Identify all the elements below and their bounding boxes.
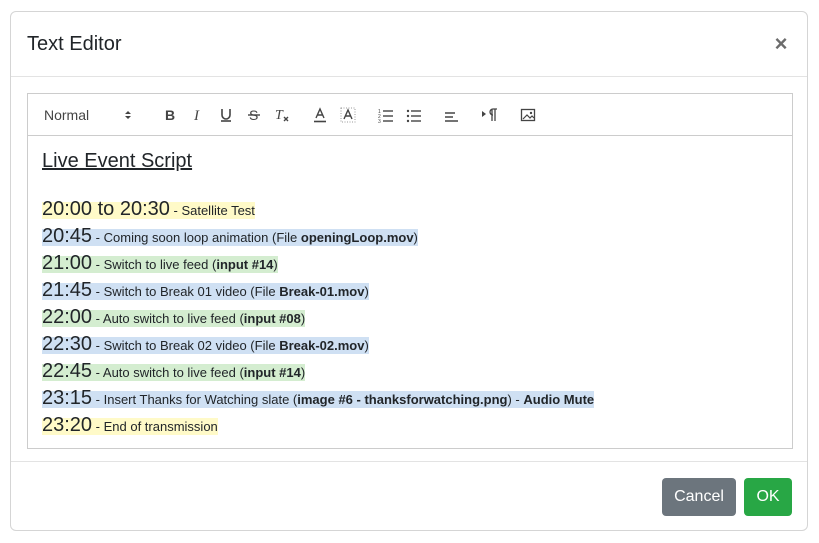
- align-left-icon: [445, 111, 458, 122]
- script-line: 20:00 to 20:30 - Satellite Test: [42, 196, 778, 223]
- format-select[interactable]: Normal: [44, 103, 132, 127]
- italic-icon: I: [193, 108, 200, 122]
- ok-button[interactable]: OK: [744, 477, 792, 516]
- script-line: 22:45 - Auto switch to live feed (input …: [42, 358, 778, 385]
- align-button[interactable]: [438, 103, 466, 127]
- bullet-list-button[interactable]: [400, 103, 428, 127]
- text-color-icon: [314, 106, 326, 122]
- rich-text-editor: Normal B I S T 1 2 3 Live Event Script 2…: [27, 93, 793, 449]
- entry-text: - Auto switch to live feed (: [92, 311, 244, 326]
- cancel-button[interactable]: Cancel: [662, 477, 736, 516]
- entry-text: - Switch to Break 01 video (File: [92, 284, 280, 299]
- highlighted-entry: 22:00 - Auto switch to live feed (input …: [42, 306, 306, 328]
- svg-text:T: T: [275, 108, 284, 123]
- entry-bold-text: Break-01.mov: [279, 284, 365, 299]
- entry-text: ) -: [507, 392, 524, 407]
- entry-time: 20:00 to 20:30: [42, 198, 170, 220]
- bold-button[interactable]: B: [156, 103, 184, 127]
- highlighted-entry: 23:15 - Insert Thanks for Watching slate…: [42, 387, 595, 409]
- italic-button[interactable]: I: [184, 103, 212, 127]
- entry-time: 22:00: [42, 306, 93, 328]
- modal-body: Normal B I S T 1 2 3 Live Event Script 2…: [11, 77, 807, 461]
- entry-time: 20:45: [42, 225, 93, 247]
- highlighted-entry: 23:20 - End of transmission: [42, 414, 218, 436]
- svg-text:B: B: [165, 108, 175, 122]
- highlighted-entry: 22:45 - Auto switch to live feed (input …: [42, 360, 306, 382]
- close-icon[interactable]: ×: [771, 33, 791, 55]
- script-line: 23:15 - Insert Thanks for Watching slate…: [42, 385, 778, 412]
- underline-button[interactable]: [212, 103, 240, 127]
- background-color-button[interactable]: [334, 103, 362, 127]
- entry-text: - Satellite Test: [169, 203, 255, 218]
- entry-bold-text: Break-02.mov: [279, 338, 365, 353]
- insert-image-button[interactable]: [514, 103, 542, 127]
- select-arrows-icon: [124, 109, 132, 121]
- image-icon: [520, 108, 536, 121]
- script-title: Live Event Script: [42, 150, 193, 172]
- strikethrough-icon: S: [248, 107, 260, 123]
- entry-time: 23:20: [42, 414, 93, 436]
- entry-bold-text: input #08: [243, 311, 301, 326]
- clear-format-button[interactable]: T: [268, 103, 296, 127]
- text-direction-button[interactable]: [476, 103, 504, 127]
- entry-bold-text: Audio Mute: [523, 392, 595, 407]
- entry-text: ): [364, 284, 369, 299]
- entry-time: 23:15: [42, 387, 93, 409]
- clear-format-icon: T: [275, 108, 289, 123]
- highlighted-entry: 20:00 to 20:30 - Satellite Test: [42, 198, 255, 220]
- underline-icon: [221, 108, 231, 122]
- entry-bold-text: input #14: [216, 257, 274, 272]
- entry-text: ): [364, 338, 369, 353]
- entry-time: 22:45: [42, 360, 93, 382]
- text-color-button[interactable]: [306, 103, 334, 127]
- entry-text: - Auto switch to live feed (: [92, 365, 244, 380]
- script-entries: 20:00 to 20:30 - Satellite Test 20:45 - C…: [42, 196, 778, 439]
- highlighted-entry: 20:45 - Coming soon loop animation (File…: [42, 225, 418, 247]
- highlighted-entry: 21:45 - Switch to Break 01 video (File B…: [42, 279, 369, 301]
- entry-text: - Switch to Break 02 video (File: [92, 338, 280, 353]
- entry-text: - End of transmission: [92, 419, 218, 434]
- script-line: 21:45 - Switch to Break 01 video (File B…: [42, 277, 778, 304]
- ordered-list-icon: 123: [378, 109, 393, 123]
- text-editor-modal: Text Editor × Normal B I S T 1 2 3 Live …: [10, 11, 808, 531]
- text-direction-icon: [482, 107, 497, 121]
- editor-content[interactable]: Live Event Script 20:00 to 20:30 - Satel…: [28, 136, 792, 448]
- script-line: 23:20 - End of transmission: [42, 412, 778, 439]
- highlighted-entry: 22:30 - Switch to Break 02 video (File B…: [42, 333, 369, 355]
- editor-toolbar: Normal B I S T 1 2 3: [28, 94, 792, 136]
- entry-bold-text: input #14: [243, 365, 301, 380]
- script-line: 22:00 - Auto switch to live feed (input …: [42, 304, 778, 331]
- svg-text:3: 3: [378, 119, 381, 123]
- entry-bold-text: image #6 - thanksforwatching.png: [297, 392, 508, 407]
- bullet-list-icon: [406, 109, 421, 122]
- entry-text: - Coming soon loop animation (File: [92, 230, 301, 245]
- entry-text: ): [300, 311, 306, 326]
- modal-header: Text Editor ×: [11, 12, 807, 77]
- modal-title: Text Editor: [27, 32, 122, 55]
- entry-text: ): [273, 257, 278, 272]
- ordered-list-button[interactable]: 123: [372, 103, 400, 127]
- bold-icon: B: [165, 108, 175, 122]
- svg-text:I: I: [193, 108, 200, 122]
- entry-bold-text: openingLoop.mov: [300, 230, 414, 245]
- script-line: 22:30 - Switch to Break 02 video (File B…: [42, 331, 778, 358]
- modal-footer: Cancel OK: [11, 461, 807, 531]
- entry-text: - Insert Thanks for Watching slate (: [92, 392, 298, 407]
- highlighted-entry: 21:00 - Switch to live feed (input #14): [42, 252, 278, 274]
- entry-text: ): [300, 365, 306, 380]
- background-color-icon: [340, 107, 356, 122]
- entry-text: - Switch to live feed (: [92, 257, 217, 272]
- format-select-value: Normal: [44, 106, 90, 123]
- entry-time: 21:45: [42, 279, 93, 301]
- script-line: 21:00 - Switch to live feed (input #14): [42, 250, 778, 277]
- entry-time: 22:30: [42, 333, 93, 355]
- script-line: 20:45 - Coming soon loop animation (File…: [42, 223, 778, 250]
- entry-time: 21:00: [42, 252, 93, 274]
- strike-button[interactable]: S: [240, 103, 268, 127]
- entry-text: ): [413, 230, 418, 245]
